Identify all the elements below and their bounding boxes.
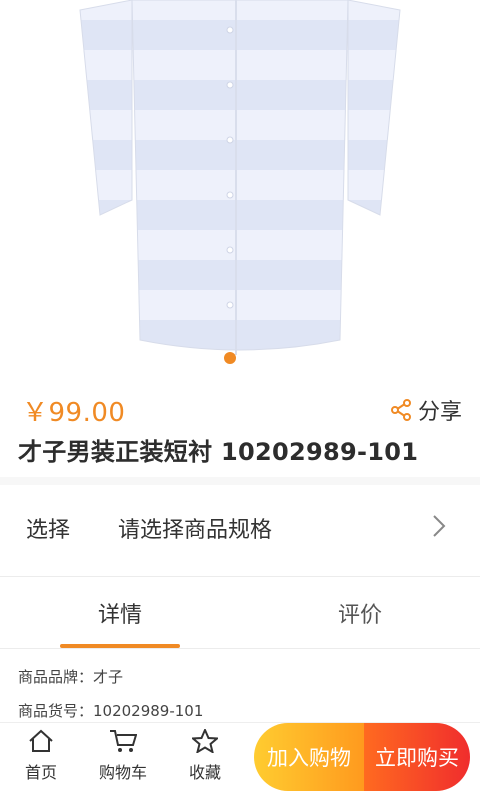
- bottom-action-bar: 首页 购物车 收藏 加入购物 立即购买: [0, 722, 480, 801]
- nav-cart-label: 购物车: [98, 763, 147, 782]
- chevron-right-icon: [432, 514, 446, 542]
- share-icon: [390, 399, 412, 421]
- detail-brand: 商品品牌：才子: [18, 668, 124, 686]
- home-icon: [28, 729, 54, 759]
- share-label: 分享: [417, 400, 462, 425]
- tab-details[interactable]: 详情: [0, 578, 240, 648]
- nav-home-label: 首页: [24, 763, 57, 782]
- share-button[interactable]: 分享: [390, 394, 462, 426]
- product-price: ￥99.00: [22, 398, 126, 428]
- nav-favorite[interactable]: 收藏: [170, 729, 240, 783]
- nav-home[interactable]: 首页: [6, 729, 76, 783]
- star-icon: [192, 729, 218, 759]
- spec-selector[interactable]: 选择 请选择商品规格: [0, 490, 480, 566]
- product-title: 才子男装正装短衬 10202989-101: [18, 438, 419, 466]
- add-to-cart-button[interactable]: 加入购物: [254, 723, 364, 791]
- divider: [0, 648, 480, 649]
- product-image[interactable]: [0, 0, 480, 380]
- nav-cart[interactable]: 购物车: [88, 729, 158, 783]
- shirt-image: [79, 0, 401, 355]
- carousel-indicator-dot[interactable]: [224, 352, 236, 364]
- tab-reviews[interactable]: 评价: [240, 578, 480, 648]
- divider: [0, 576, 480, 577]
- spec-label: 选择: [26, 518, 71, 543]
- detail-sku: 商品货号：10202989-101: [18, 702, 204, 720]
- cart-icon: [109, 729, 137, 759]
- section-divider: [0, 477, 480, 485]
- buy-now-button[interactable]: 立即购买: [364, 723, 470, 791]
- nav-favorite-label: 收藏: [188, 763, 221, 782]
- spec-value: 请选择商品规格: [118, 518, 273, 543]
- tab-bar: 详情 评价: [0, 578, 480, 648]
